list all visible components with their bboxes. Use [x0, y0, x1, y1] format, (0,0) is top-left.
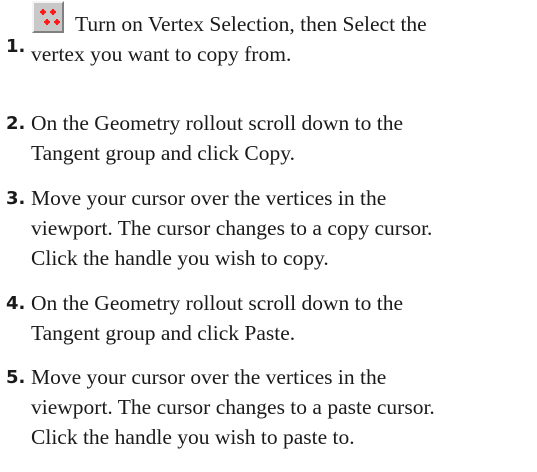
- step-line: Click the handle you wish to copy.: [31, 246, 329, 270]
- step-text: Move your cursor over the vertices in th…: [31, 362, 531, 452]
- step-number: 5.: [6, 367, 26, 388]
- step-line: On the Geometry rollout scroll down to t…: [31, 291, 403, 315]
- step-line: Tangent group and click Copy.: [31, 141, 295, 165]
- step-number: 4.: [6, 293, 26, 314]
- step-line: Click the handle you wish to paste to.: [31, 425, 355, 449]
- step-text: On the Geometry rollout scroll down to t…: [31, 288, 531, 348]
- step-line: Turn on Vertex Selection, then Select th…: [75, 12, 427, 36]
- step-number: 3.: [6, 188, 26, 209]
- step-number: 2.: [6, 113, 26, 134]
- step-line: viewport. The cursor changes to a copy c…: [31, 216, 433, 240]
- step-line: Move your cursor over the vertices in th…: [31, 365, 387, 389]
- step-line: Tangent group and click Paste.: [31, 321, 296, 345]
- step-line: viewport. The cursor changes to a paste …: [31, 395, 435, 419]
- step-text: On the Geometry rollout scroll down to t…: [31, 108, 531, 168]
- step-line: vertex you want to copy from.: [31, 42, 292, 66]
- step-text: Turn on Vertex Selection, then Select th…: [31, 9, 531, 69]
- step-number: 1.: [6, 36, 26, 57]
- step-line: Move your cursor over the vertices in th…: [31, 186, 387, 210]
- step-text: Move your cursor over the vertices in th…: [31, 183, 531, 273]
- step-line: On the Geometry rollout scroll down to t…: [31, 111, 403, 135]
